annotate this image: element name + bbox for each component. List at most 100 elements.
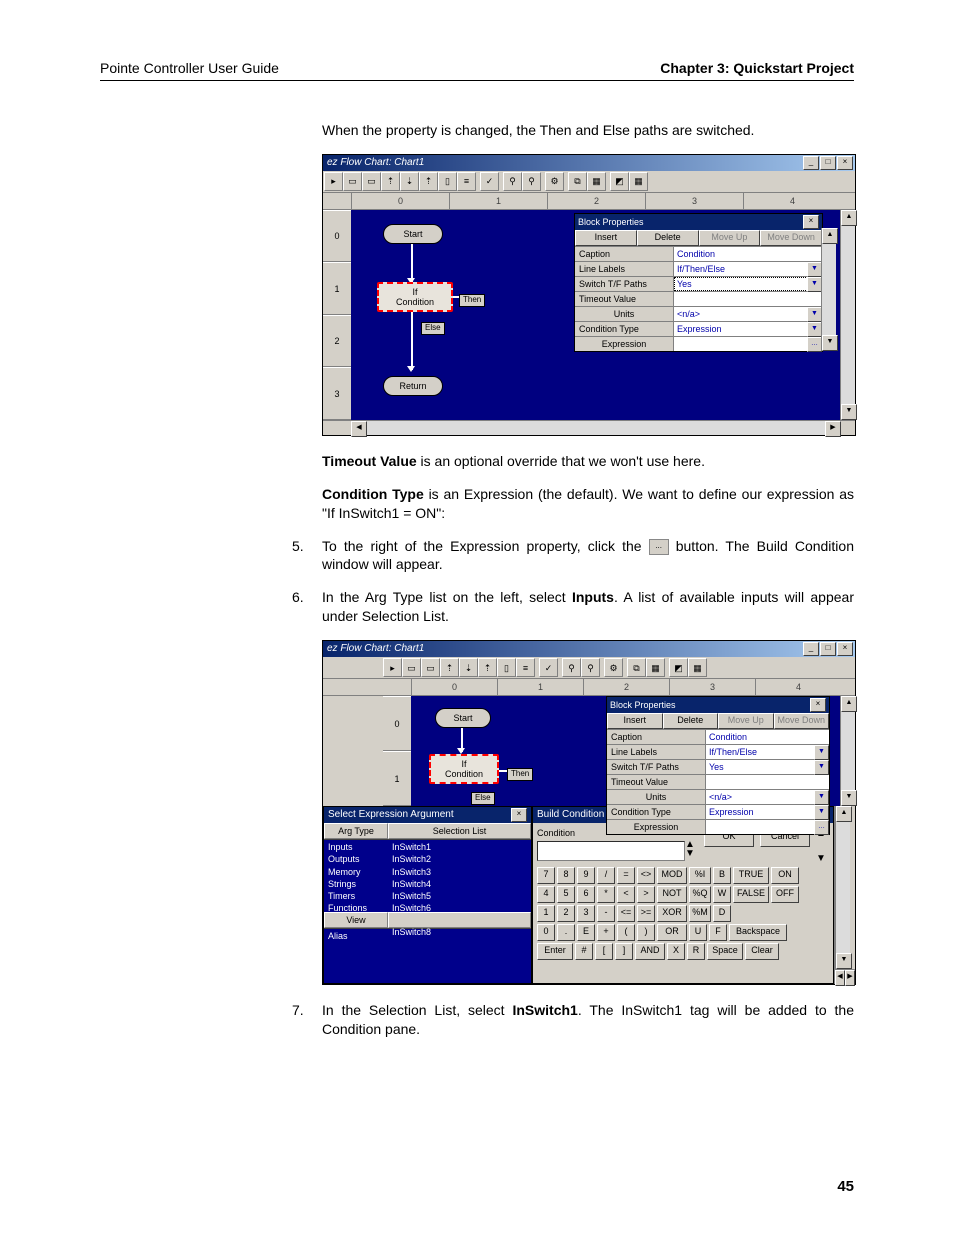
selection-item[interactable]: InSwitch1 [392, 841, 527, 853]
prop-value[interactable]: Condition [706, 730, 829, 744]
view-header[interactable]: View [324, 912, 388, 928]
prop-value[interactable]: Condition [674, 247, 822, 261]
key-button[interactable]: . [557, 924, 575, 941]
tool-pointer-icon[interactable]: ▸ [324, 172, 343, 191]
argtype-item[interactable]: Inputs [328, 841, 384, 853]
canvas-vscroll[interactable]: ▲ ▼ [840, 210, 855, 420]
key-button[interactable]: 7 [537, 867, 555, 884]
key-button[interactable]: TRUE [733, 867, 769, 884]
key-button[interactable]: > [637, 886, 655, 903]
dropdown-icon[interactable]: ▼ [814, 805, 829, 820]
scroll-down-icon[interactable]: ▼ [685, 850, 698, 859]
key-button[interactable]: AND [635, 943, 665, 960]
key-button[interactable]: D [713, 905, 731, 922]
selection-item[interactable]: InSwitch5 [392, 890, 527, 902]
tool-box-icon[interactable]: ▭ [421, 658, 440, 677]
key-button[interactable]: 4 [537, 886, 555, 903]
prop-value[interactable] [706, 775, 829, 789]
col-argtype[interactable]: Arg Type [324, 823, 388, 839]
scroll-up-icon[interactable]: ▲ [841, 696, 857, 712]
scroll-down-icon[interactable]: ▼ [841, 404, 857, 420]
key-button[interactable]: / [597, 867, 615, 884]
delete-button[interactable]: Delete [663, 713, 719, 729]
ellipsis-button[interactable]: … [807, 337, 822, 352]
scroll-right-icon[interactable]: ▶ [845, 970, 855, 986]
close-button[interactable]: × [837, 156, 853, 170]
prop-value[interactable]: <n/a>▼ [706, 790, 829, 804]
dropdown-icon[interactable]: ▼ [807, 262, 822, 277]
key-button[interactable]: 5 [557, 886, 575, 903]
movedown-button[interactable]: Move Down [774, 713, 830, 729]
prop-value[interactable]: Yes▼ [706, 760, 829, 774]
key-button[interactable]: = [617, 867, 635, 884]
tool-chart-icon[interactable]: ◩ [610, 172, 629, 191]
key-button[interactable]: XOR [657, 905, 687, 922]
view-alias[interactable]: Alias [324, 929, 388, 983]
tool-list-icon[interactable]: ≡ [457, 172, 476, 191]
tool-cfg-icon[interactable]: ▦ [629, 172, 648, 191]
selection-item[interactable]: InSwitch2 [392, 853, 527, 865]
scroll-up-icon[interactable]: ▲ [836, 806, 852, 822]
maximize-button[interactable]: □ [820, 642, 836, 656]
tool-down-icon[interactable]: ⇣ [459, 658, 478, 677]
dropdown-icon[interactable]: ▼ [807, 277, 822, 292]
prop-value[interactable] [674, 292, 822, 306]
tool-zoomout-icon[interactable]: ⚲ [522, 172, 541, 191]
key-button[interactable]: 2 [557, 905, 575, 922]
canvas-vscroll[interactable]: ▲ ▼ [840, 696, 855, 806]
tool-up-icon[interactable]: ⇡ [478, 658, 497, 677]
key-button[interactable]: F [709, 924, 727, 941]
key-button[interactable]: ON [771, 867, 799, 884]
node-return[interactable]: Return [383, 376, 443, 396]
insert-button[interactable]: Insert [607, 713, 663, 729]
scroll-down-icon[interactable]: ▼ [836, 953, 852, 969]
key-button[interactable]: >= [637, 905, 655, 922]
tool-list-icon[interactable]: ≡ [516, 658, 535, 677]
movedown-button[interactable]: Move Down [760, 230, 822, 246]
tool-sheet-icon[interactable]: ▯ [438, 172, 457, 191]
key-button[interactable]: 3 [577, 905, 595, 922]
key-button[interactable]: 8 [557, 867, 575, 884]
tool-grid-icon[interactable]: ▦ [587, 172, 606, 191]
prop-value[interactable]: <n/a>▼ [674, 307, 822, 321]
ellipsis-button[interactable]: … [814, 820, 829, 835]
tool-options-icon[interactable]: ⚙ [604, 658, 623, 677]
flowchart-canvas[interactable]: Start If Condition Then Else Return Bloc… [351, 210, 840, 420]
scroll-up-icon[interactable]: ▲ [822, 228, 838, 244]
key-button[interactable]: <= [617, 905, 635, 922]
key-button[interactable]: < [617, 886, 635, 903]
key-button[interactable]: %I [689, 867, 711, 884]
minimize-button[interactable]: _ [803, 156, 819, 170]
tool-copy-icon[interactable]: ⧉ [568, 172, 587, 191]
key-button[interactable]: W [713, 886, 731, 903]
tool-grid-icon[interactable]: ▦ [646, 658, 665, 677]
selection-list[interactable]: InSwitch1InSwitch2InSwitch3InSwitch4InSw… [388, 840, 531, 912]
prop-value[interactable]: … [674, 337, 822, 351]
prop-value[interactable]: Expression▼ [706, 805, 829, 819]
tool-cfg-icon[interactable]: ▦ [688, 658, 707, 677]
key-button[interactable]: Backspace [729, 924, 787, 941]
scroll-down-icon[interactable]: ▼ [816, 852, 829, 863]
argtype-item[interactable]: Memory [328, 866, 384, 878]
key-button[interactable]: Enter [537, 943, 573, 960]
key-button[interactable]: + [597, 924, 615, 941]
condition-input[interactable] [537, 841, 685, 861]
key-button[interactable]: [ [595, 943, 613, 960]
key-button[interactable]: %M [689, 905, 711, 922]
close-icon[interactable]: × [511, 808, 527, 822]
tool-pageup-icon[interactable]: ⇡ [381, 172, 400, 191]
minimize-button[interactable]: _ [803, 642, 819, 656]
panel-close-icon[interactable]: × [810, 698, 826, 712]
tool-check-icon[interactable]: ✓ [480, 172, 499, 191]
key-button[interactable]: %Q [689, 886, 711, 903]
tool-options-icon[interactable]: ⚙ [545, 172, 564, 191]
dropdown-icon[interactable]: ▼ [807, 322, 822, 337]
col-selection-list[interactable]: Selection List [388, 823, 531, 839]
dropdown-icon[interactable]: ▼ [814, 760, 829, 775]
node-start[interactable]: Start [435, 708, 491, 728]
selection-item[interactable]: InSwitch3 [392, 866, 527, 878]
key-button[interactable]: # [575, 943, 593, 960]
key-button[interactable]: MOD [657, 867, 687, 884]
maximize-button[interactable]: □ [820, 156, 836, 170]
tool-down-icon[interactable]: ⇣ [400, 172, 419, 191]
